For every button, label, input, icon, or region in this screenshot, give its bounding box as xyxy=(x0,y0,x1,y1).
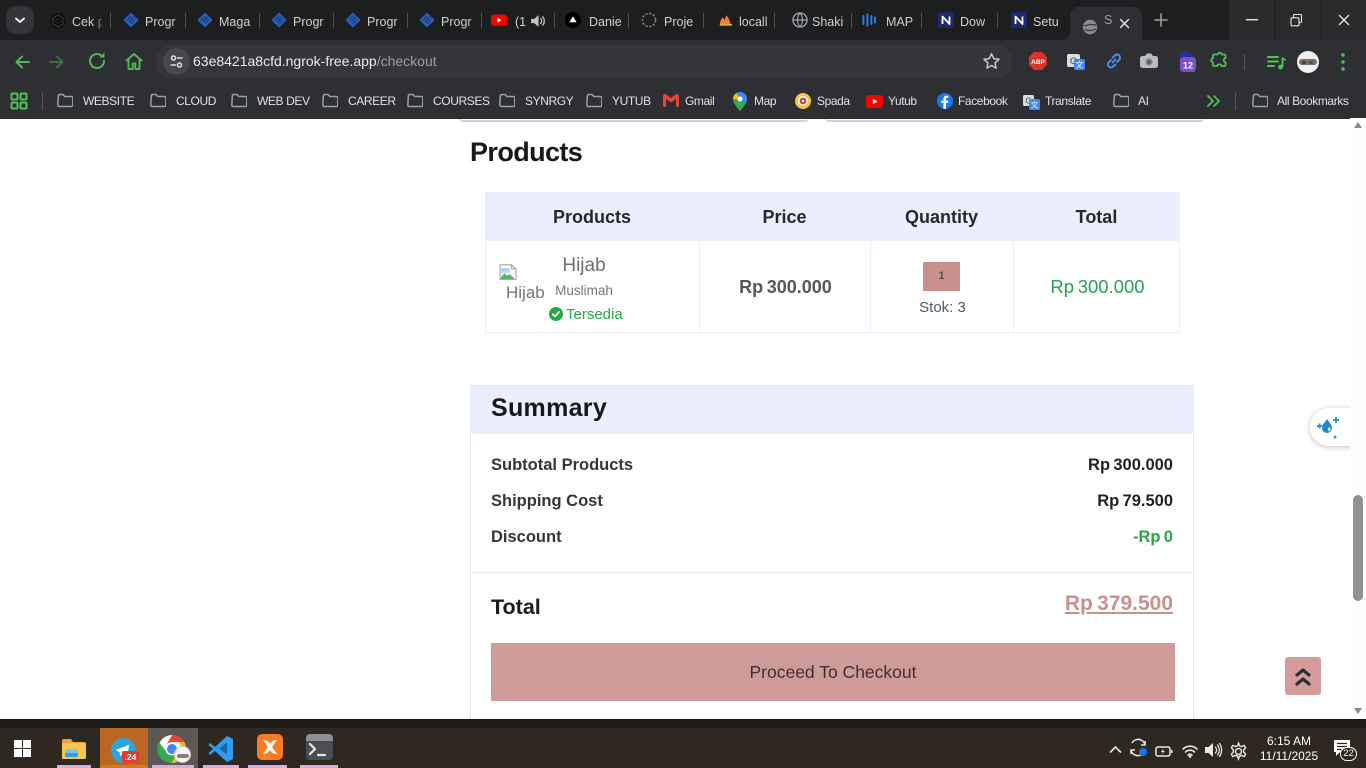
svg-text:12: 12 xyxy=(1183,61,1193,71)
svg-text:ABP: ABP xyxy=(1031,59,1045,66)
svg-text:文: 文 xyxy=(1076,60,1084,70)
svg-text:文: 文 xyxy=(1031,100,1039,110)
